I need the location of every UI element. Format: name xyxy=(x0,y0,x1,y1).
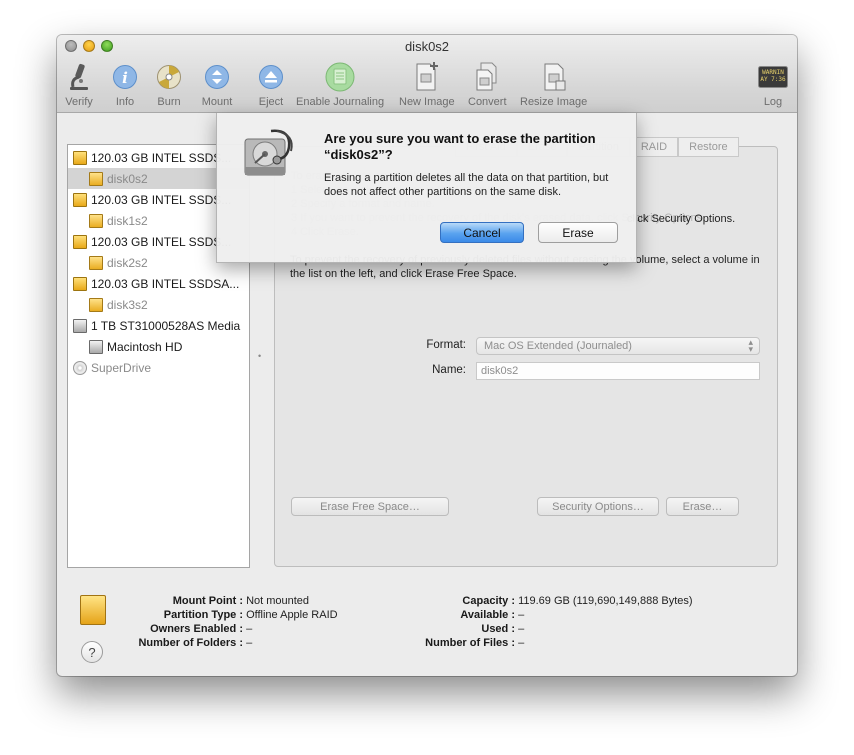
erase-button[interactable]: Erase… xyxy=(666,497,739,516)
new-image-icon xyxy=(411,61,443,93)
volume-icon xyxy=(89,171,103,186)
format-select[interactable]: Mac OS Extended (Journaled) ▴ ▾ xyxy=(476,337,760,355)
toolbar-verify-button[interactable]: Verify xyxy=(63,61,95,108)
security-options-button[interactable]: Security Options… xyxy=(537,497,659,516)
mount-icon xyxy=(201,61,233,93)
window-title: disk0s2 xyxy=(404,39,450,54)
svg-text:i: i xyxy=(122,69,128,87)
toolbar-mount-button[interactable]: Mount xyxy=(201,61,233,108)
sheet-message: Erasing a partition deletes all the data… xyxy=(324,172,609,198)
cancel-button[interactable]: Cancel xyxy=(440,222,524,243)
optical-drive-icon xyxy=(73,360,87,375)
toolbar-eject-button[interactable]: Eject xyxy=(255,61,287,108)
disk-list-item[interactable]: 120.03 GB INTEL SSDSA... xyxy=(68,273,249,294)
info-capacity: Capacity : 119.69 GB (119,690,149,888 By… xyxy=(462,595,693,607)
toolbar: Verify i Info Burn Mount Eject Enable Jo… xyxy=(57,61,797,113)
erase-free-space-button[interactable]: Erase Free Space… xyxy=(291,497,449,516)
info-used: Used : – xyxy=(481,623,525,635)
info-available: Available : – xyxy=(460,609,525,621)
burn-icon xyxy=(153,61,185,93)
volume-icon xyxy=(89,213,103,228)
security-options-hint: click Security Options. xyxy=(627,213,736,225)
disk-list-item[interactable]: SuperDrive xyxy=(68,357,249,378)
toolbar-info-button[interactable]: i Info xyxy=(109,61,141,108)
disk-icon xyxy=(73,192,87,207)
titlebar: disk0s2 Verify i Info Burn Mount Eject E… xyxy=(57,35,797,113)
disk-list-item[interactable]: 1 TB ST31000528AS Media xyxy=(68,315,249,336)
convert-icon xyxy=(471,61,503,93)
toolbar-burn-button[interactable]: Burn xyxy=(153,61,185,108)
help-button[interactable]: ? xyxy=(81,641,103,663)
log-icon: WARNIN AY 7:36 xyxy=(757,61,789,93)
disk-utility-icon xyxy=(241,125,299,185)
info-owners-enabled: Owners Enabled : – xyxy=(150,623,253,635)
tab-raid[interactable]: RAID xyxy=(629,137,679,157)
name-label: Name: xyxy=(432,364,466,376)
journaling-icon xyxy=(324,61,356,93)
svg-text:AY 7:36: AY 7:36 xyxy=(760,76,786,83)
toolbar-log-button[interactable]: WARNIN AY 7:36 Log xyxy=(757,61,789,108)
toolbar-resize-image-button[interactable]: Resize Image xyxy=(520,61,587,108)
toolbar-convert-button[interactable]: Convert xyxy=(468,61,507,108)
resize-image-icon xyxy=(538,61,570,93)
microscope-icon xyxy=(63,61,95,93)
hard-drive-icon xyxy=(89,339,103,354)
info-number-of-folders: Number of Folders : – xyxy=(138,637,253,649)
hard-drive-icon xyxy=(73,318,87,333)
info-partition-type: Partition Type : Offline Apple RAID xyxy=(163,609,338,621)
sheet-title: Are you sure you want to erase the parti… xyxy=(324,131,596,162)
split-view-handle[interactable]: • xyxy=(258,351,261,361)
disk-icon xyxy=(73,150,87,165)
volume-icon xyxy=(89,297,103,312)
eject-icon xyxy=(255,61,287,93)
format-label: Format: xyxy=(426,339,466,351)
select-arrows-icon: ▴ ▾ xyxy=(748,337,753,354)
name-input[interactable]: disk0s2 xyxy=(476,362,760,380)
confirm-erase-button[interactable]: Erase xyxy=(538,222,618,243)
toolbar-new-image-button[interactable]: New Image xyxy=(399,61,455,108)
volume-icon xyxy=(89,255,103,270)
volume-info-icon xyxy=(80,595,106,625)
info-icon: i xyxy=(109,61,141,93)
info-number-of-files: Number of Files : – xyxy=(425,637,525,649)
info-mount-point: Mount Point : Not mounted xyxy=(172,595,310,607)
disk-list-item[interactable]: Macintosh HD xyxy=(68,336,249,357)
tab-restore[interactable]: Restore xyxy=(678,137,739,157)
disk-list-item[interactable]: disk3s2 xyxy=(68,294,249,315)
erase-confirmation-sheet: Are you sure you want to erase the parti… xyxy=(216,113,637,263)
disk-icon xyxy=(73,276,87,291)
svg-text:WARNIN: WARNIN xyxy=(762,69,784,76)
toolbar-enable-journaling-button[interactable]: Enable Journaling xyxy=(296,61,384,108)
disk-icon xyxy=(73,234,87,249)
